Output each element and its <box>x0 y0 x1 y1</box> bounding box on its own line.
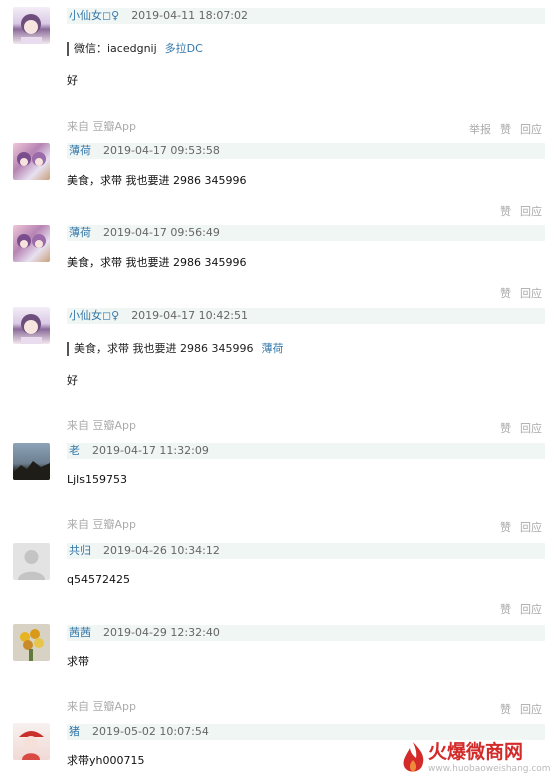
username-link[interactable]: 猪 <box>69 725 80 738</box>
like-link[interactable]: 赞 <box>500 521 511 534</box>
girl-red-hat-avatar-icon <box>19 731 44 760</box>
reply-link[interactable]: 回应 <box>520 123 542 136</box>
comment-header: 老 2019-04-17 11:32:09 <box>67 443 545 459</box>
comment-text: 美食，求带 我也要进 2986 345996 <box>67 174 247 187</box>
comment-text: q54572425 <box>67 573 130 586</box>
like-link[interactable]: 赞 <box>500 422 511 435</box>
comment-text: 求带yh000715 <box>67 754 145 767</box>
comment-actions: 赞回应 <box>491 521 542 535</box>
like-link[interactable]: 赞 <box>500 703 511 716</box>
comment-text: 好 <box>67 74 78 87</box>
comment-header: 薄荷 2019-04-17 09:56:49 <box>67 225 545 241</box>
comment-source: 来自 豆瓣App <box>67 518 136 531</box>
site-watermark: 火爆微商网 www.huobaoweishang.com <box>398 740 551 778</box>
comment-source: 来自 豆瓣App <box>67 419 136 432</box>
username-link[interactable]: 薄荷 <box>69 144 91 157</box>
comment-header: 共归 2019-04-26 10:34:12 <box>67 543 545 559</box>
reply-link[interactable]: 回应 <box>520 205 542 218</box>
comment-time: 2019-04-17 11:32:09 <box>92 444 209 457</box>
reply-link[interactable]: 回应 <box>520 521 542 534</box>
watermark-title: 火爆微商网 <box>428 741 524 763</box>
comment-header: 小仙女◻♀ 2019-04-17 10:42:51 <box>67 308 545 324</box>
comment-time: 2019-04-17 10:42:51 <box>131 309 249 322</box>
comment-actions: 赞回应 <box>491 205 542 219</box>
username-link[interactable]: 共归 <box>69 544 91 557</box>
anime-girl-avatar-icon <box>21 314 42 344</box>
username-link[interactable]: 茜茜 <box>69 626 91 639</box>
comment-header: 茜茜 2019-04-29 12:32:40 <box>67 625 545 641</box>
user-avatar[interactable] <box>13 723 50 760</box>
comment-time: 2019-04-29 12:32:40 <box>103 626 220 639</box>
user-avatar[interactable] <box>13 143 50 180</box>
comment-time: 2019-04-17 09:56:49 <box>103 226 220 239</box>
user-avatar[interactable] <box>13 307 50 344</box>
comment-actions: 举报赞回应 <box>460 123 542 137</box>
reply-link[interactable]: 回应 <box>520 287 542 300</box>
comment-text: 求带 <box>67 655 89 668</box>
user-avatar[interactable] <box>13 7 50 44</box>
flame-logo-icon <box>403 742 424 772</box>
user-avatar[interactable] <box>13 543 50 580</box>
like-link[interactable]: 赞 <box>500 287 511 300</box>
comment-header: 小仙女◻♀ 2019-04-11 18:07:02 <box>67 8 545 24</box>
like-link[interactable]: 赞 <box>500 205 511 218</box>
comment-time: 2019-04-17 09:53:58 <box>103 144 220 157</box>
user-avatar[interactable] <box>13 443 50 480</box>
user-avatar[interactable] <box>13 624 50 661</box>
username-link[interactable]: 薄荷 <box>69 226 91 239</box>
anime-pair-avatar-icon <box>17 234 46 248</box>
comment-source: 来自 豆瓣App <box>67 120 136 133</box>
comment-header: 猪 2019-05-02 10:07:54 <box>67 724 545 740</box>
like-link[interactable]: 赞 <box>500 603 511 616</box>
quoted-reply: 微信：iacedgnij 多拉DC <box>67 42 203 56</box>
comment-time: 2019-05-02 10:07:54 <box>92 725 209 738</box>
username-link[interactable]: 老 <box>69 444 80 457</box>
comment-actions: 赞回应 <box>491 603 542 617</box>
anime-pair-avatar-icon <box>17 152 46 166</box>
landscape-avatar-icon <box>13 461 50 480</box>
watermark-url: www.huobaoweishang.com <box>428 764 551 774</box>
comment-text: 好 <box>67 374 78 387</box>
reply-link[interactable]: 回应 <box>520 422 542 435</box>
report-link[interactable]: 举报 <box>469 123 491 136</box>
reply-link[interactable]: 回应 <box>520 603 542 616</box>
comment-time: 2019-04-11 18:07:02 <box>131 9 249 22</box>
quoted-reply: 美食，求带 我也要进 2986 345996 薄荷 <box>67 342 283 356</box>
anime-girl-avatar-icon <box>21 14 42 44</box>
comment-actions: 赞回应 <box>491 422 542 436</box>
user-avatar[interactable] <box>13 225 50 262</box>
quote-text: 美食，求带 我也要进 2986 345996 <box>74 342 254 355</box>
comment-source: 来自 豆瓣App <box>67 700 136 713</box>
default-user-avatar-icon <box>18 550 45 580</box>
quote-text: 微信：iacedgnij <box>74 42 157 55</box>
quote-username-link[interactable]: 薄荷 <box>261 342 283 355</box>
comment-text: 美食，求带 我也要进 2986 345996 <box>67 256 247 269</box>
like-link[interactable]: 赞 <box>500 123 511 136</box>
reply-link[interactable]: 回应 <box>520 703 542 716</box>
flower-bouquet-avatar-icon <box>20 629 44 661</box>
comment-text: Ljls159753 <box>67 473 127 486</box>
username-link[interactable]: 小仙女◻♀ <box>69 309 119 322</box>
comment-actions: 赞回应 <box>491 287 542 301</box>
quote-username-link[interactable]: 多拉DC <box>165 42 203 55</box>
comment-time: 2019-04-26 10:34:12 <box>103 544 220 557</box>
username-link[interactable]: 小仙女◻♀ <box>69 9 119 22</box>
comment-header: 薄荷 2019-04-17 09:53:58 <box>67 143 545 159</box>
comment-actions: 赞回应 <box>491 703 542 717</box>
